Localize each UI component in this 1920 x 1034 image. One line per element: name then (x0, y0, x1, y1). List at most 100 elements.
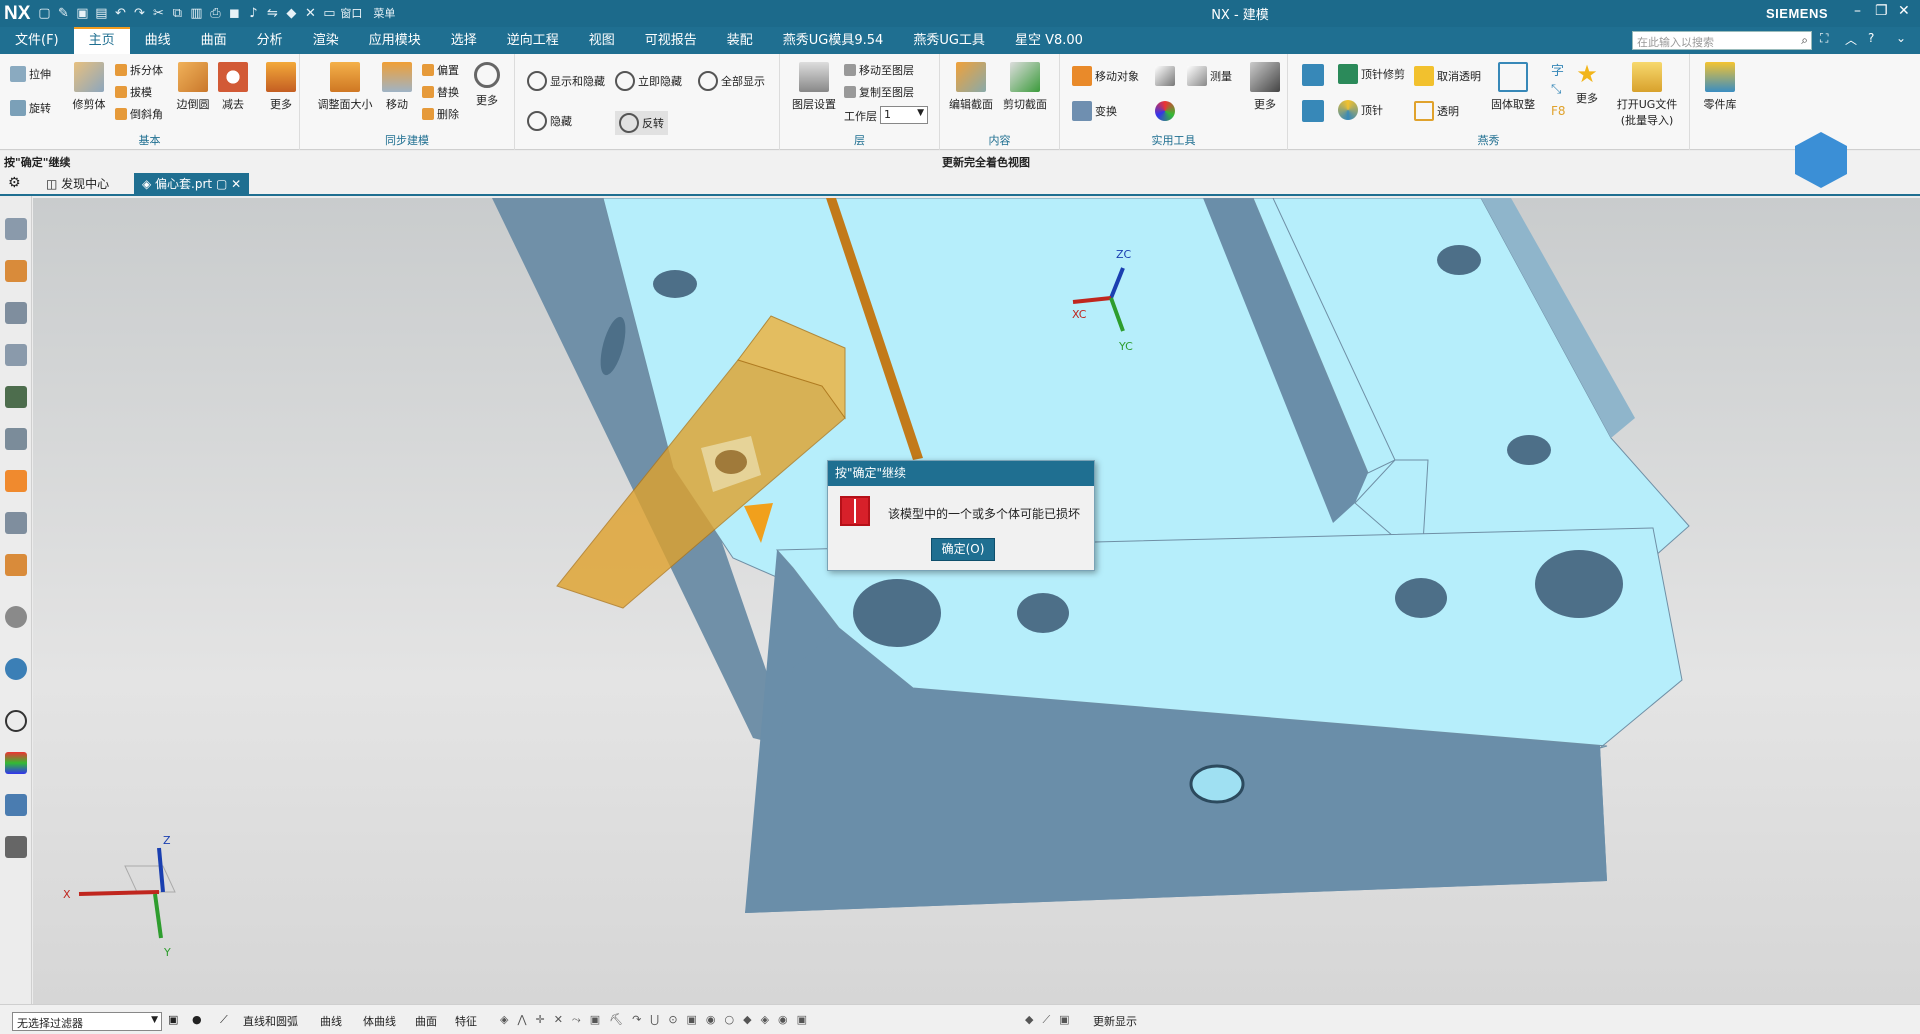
options-icon[interactable]: ⌄ (1896, 31, 1906, 45)
web-browser-icon[interactable] (5, 658, 27, 680)
menu-tab[interactable]: 燕秀UG工具 (898, 27, 1000, 54)
menu-tab[interactable]: 装配 (712, 27, 768, 54)
ejector-base-icon[interactable] (1302, 100, 1324, 122)
edit-section-button[interactable]: 编辑截面 (944, 62, 998, 112)
menu-tab[interactable]: 星空 V8.00 (1000, 27, 1098, 54)
resize-face-button[interactable]: 调整面大小 (312, 62, 378, 112)
view-manager-icon[interactable] (5, 386, 27, 408)
invert-button[interactable]: 反转 (615, 111, 668, 135)
save-icon[interactable]: ▣ (74, 6, 90, 22)
tools-panel-icon[interactable] (5, 836, 27, 858)
extrude-button[interactable]: 拉伸 (10, 66, 51, 82)
gear-icon[interactable]: ⚙ (8, 175, 21, 191)
cut-icon[interactable]: ✂ (150, 6, 166, 22)
cross-icon[interactable]: ✕ (302, 6, 318, 22)
print-icon[interactable]: ⎙ (207, 6, 223, 22)
ok-button[interactable]: 确定(O) (931, 538, 995, 561)
microphone-icon[interactable]: ♪ (245, 6, 261, 22)
menu-tab[interactable]: 主页 (73, 27, 130, 54)
collapse-ribbon-icon[interactable]: ︿ (1845, 31, 1857, 48)
menu-tab[interactable]: 曲面 (186, 27, 242, 54)
color-filter-icon[interactable]: ● (192, 1013, 202, 1026)
trim-body-button[interactable]: 修剪体 (62, 62, 116, 112)
menu-tab[interactable]: 渲染 (298, 27, 354, 54)
process-studio-icon[interactable] (5, 554, 27, 576)
sync-more-button[interactable]: 更多 (468, 62, 506, 108)
info-icon[interactable] (5, 606, 27, 628)
menu-tab[interactable]: 应用模块 (354, 27, 436, 54)
tab-discover-center[interactable]: ◫ 发现中心 (38, 173, 117, 195)
yanxiu-more-button[interactable]: ★ 更多 (1568, 62, 1606, 106)
undo-icon[interactable]: ↶ (112, 6, 128, 22)
menu-tab[interactable]: 分析 (242, 27, 298, 54)
restore-icon[interactable]: ❐ (1875, 3, 1888, 19)
fullscreen-icon[interactable]: ⛶ (1820, 31, 1828, 46)
minimize-icon[interactable]: – (1854, 3, 1861, 19)
instant-hide-button[interactable]: 立即隐藏 (615, 71, 682, 91)
menu-tab[interactable]: 逆向工程 (492, 27, 574, 54)
snap-icon[interactable]: ◆ (283, 6, 299, 22)
cancel-transparent-button[interactable]: 取消透明 (1414, 66, 1481, 86)
transform-button[interactable]: 变换 (1072, 101, 1117, 121)
curve-arc-icon[interactable]: ⟋ (220, 1013, 228, 1027)
tab-close-icon[interactable]: ✕ (227, 177, 241, 191)
layer-settings-button[interactable]: 图层设置 (786, 62, 842, 112)
new-file-icon[interactable]: ▢ (36, 6, 52, 22)
char-button[interactable]: 字 (1551, 60, 1564, 79)
curve-filter[interactable]: 曲线 (320, 1013, 342, 1029)
revolve-button[interactable]: 旋转 (10, 100, 51, 116)
hide-button[interactable]: 隐藏 (527, 111, 572, 131)
save-all-icon[interactable]: ▤ (93, 6, 109, 22)
open-ug-button[interactable]: 打开UG文件 (批量导入) (1610, 62, 1684, 128)
copy-to-layer-button[interactable]: 复制至图层 (844, 84, 914, 100)
graphics-window[interactable]: ZC XC YC Z X Y (33, 198, 1920, 1004)
body-curve-filter[interactable]: 体曲线 (363, 1013, 396, 1029)
work-layer-select[interactable]: 1 ▼ (880, 106, 928, 124)
roles-icon[interactable] (5, 794, 27, 816)
brush-icon[interactable] (1155, 66, 1175, 86)
chamfer-button[interactable]: 倒斜角 (115, 106, 163, 122)
close-icon[interactable]: ✕ (1898, 3, 1910, 19)
select-all-icon[interactable]: ▣ (168, 1013, 178, 1026)
menu-tab[interactable]: 视图 (574, 27, 630, 54)
clock-icon[interactable] (5, 710, 27, 732)
type-filter-select[interactable]: 无选择过滤器 ▼ (12, 1012, 162, 1031)
split-body-button[interactable]: 拆分体 (115, 62, 163, 78)
replace-face-button[interactable]: 替换 (422, 84, 459, 100)
draft-button[interactable]: 拔模 (115, 84, 152, 100)
menu-tab[interactable]: 可视报告 (630, 27, 712, 54)
snap-point-icons[interactable]: ◈⋀✛✕⤳▣⛏↷⋃⊙▣◉○◆◈◉▣ (500, 1013, 816, 1027)
palette-icon[interactable] (5, 752, 27, 774)
render-style-icon[interactable]: ◼ (226, 6, 242, 22)
assembly-navigator-icon[interactable] (5, 260, 27, 282)
copy-icon[interactable]: ⧉ (169, 6, 185, 22)
part-navigator-icon[interactable] (5, 218, 27, 240)
display-icons[interactable]: ◆⟋▣ (1025, 1013, 1079, 1027)
offset-face-button[interactable]: 偏置 (422, 62, 459, 78)
move-object-button[interactable]: 移动对象 (1072, 66, 1139, 86)
ejector-trim-button[interactable]: 顶针修剪 (1338, 64, 1405, 84)
part-library-button[interactable]: 零件库 (1693, 62, 1747, 112)
move-to-layer-button[interactable]: 移动至图层 (844, 62, 914, 78)
search-icon[interactable]: ⌕ (1801, 33, 1808, 48)
curve-arc-filter[interactable]: 直线和圆弧 (243, 1013, 298, 1029)
history-icon[interactable] (5, 470, 27, 492)
delete-face-button[interactable]: 删除 (422, 106, 459, 122)
reuse-library-icon[interactable] (5, 344, 27, 366)
menu-tab[interactable]: 燕秀UG模具9.54 (768, 27, 899, 54)
transparent-button[interactable]: 透明 (1414, 101, 1459, 121)
f8-button[interactable]: F8 (1551, 104, 1566, 118)
measure-button[interactable]: 测量 (1187, 66, 1232, 86)
subtract-button[interactable]: 减去 (206, 62, 260, 112)
search-input[interactable]: 在此输入以搜索 ⌕ (1632, 31, 1812, 50)
constraint-navigator-icon[interactable] (5, 302, 27, 324)
ejector-frame-icon[interactable] (1302, 64, 1324, 86)
paste-icon[interactable]: ▥ (188, 6, 204, 22)
show-hide-button[interactable]: 显示和隐藏 (527, 71, 605, 91)
browser-icon[interactable] (5, 428, 27, 450)
ejector-button[interactable]: 顶针 (1338, 100, 1383, 120)
redo-icon[interactable]: ↷ (131, 6, 147, 22)
menu-tab[interactable]: 选择 (436, 27, 492, 54)
help-icon[interactable]: ? (1868, 31, 1874, 45)
show-all-button[interactable]: 全部显示 (698, 71, 765, 91)
